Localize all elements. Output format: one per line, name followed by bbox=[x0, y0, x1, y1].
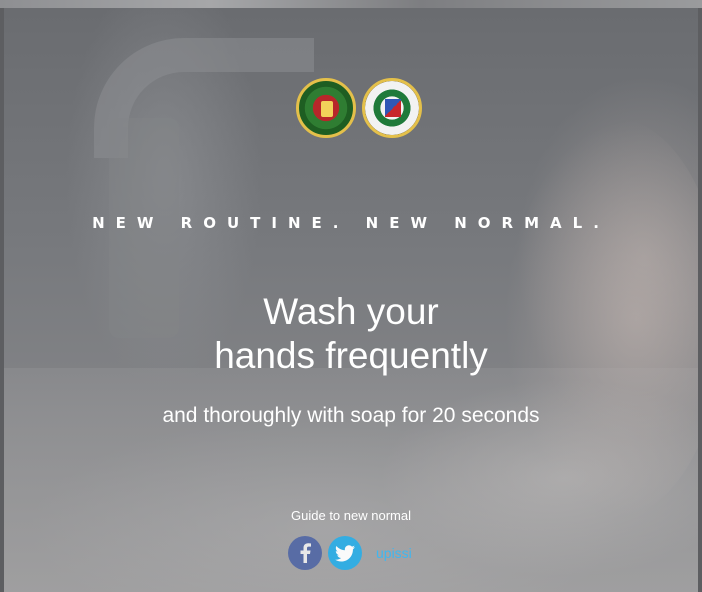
frame: NEW ROUTINE. NEW NORMAL. Wash your hands… bbox=[0, 0, 702, 592]
headline-line-2: hands frequently bbox=[214, 335, 488, 376]
subline: and thoroughly with soap for 20 seconds bbox=[162, 404, 540, 427]
headline-line-1: Wash your bbox=[263, 291, 439, 332]
social-handle-link[interactable]: upissi bbox=[376, 545, 412, 561]
college-seal-icon bbox=[362, 78, 422, 138]
university-seal-icon bbox=[296, 78, 356, 138]
facebook-glyph bbox=[300, 543, 311, 563]
tagline: NEW ROUTINE. NEW NORMAL. bbox=[92, 214, 610, 232]
facebook-icon[interactable] bbox=[288, 536, 322, 570]
hygiene-poster: NEW ROUTINE. NEW NORMAL. Wash your hands… bbox=[4, 8, 698, 592]
social-links: upissi bbox=[288, 535, 412, 571]
top-strip bbox=[0, 0, 702, 8]
headline: Wash your hands frequently bbox=[4, 290, 698, 378]
twitter-glyph bbox=[335, 544, 355, 561]
guide-text: Guide to new normal bbox=[291, 508, 411, 523]
twitter-icon[interactable] bbox=[328, 536, 362, 570]
logo-group bbox=[296, 76, 426, 140]
